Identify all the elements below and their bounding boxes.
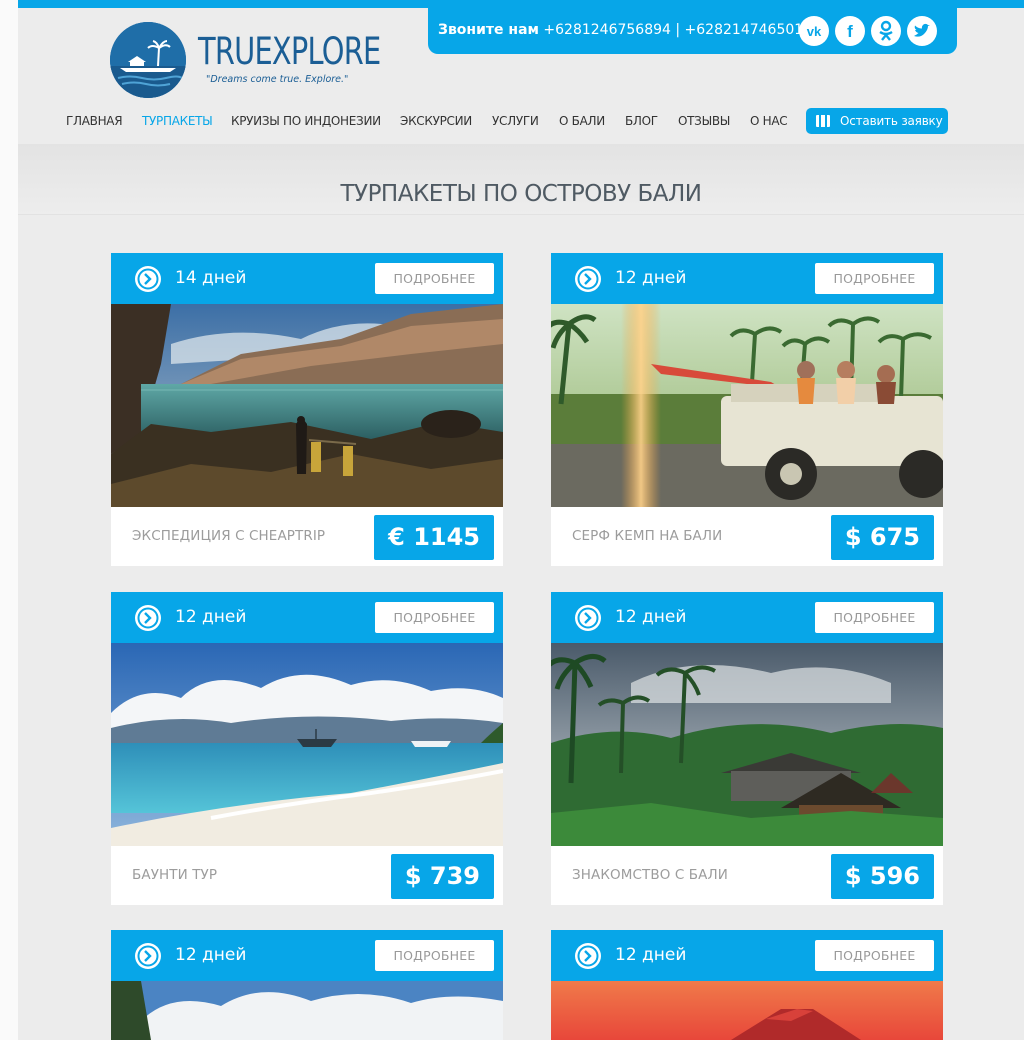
tour-name[interactable]: БАУНТИ ТУР (132, 867, 217, 883)
duration-icon (575, 266, 601, 292)
tour-card: 12 дней ПОДРОБНЕЕ (111, 930, 503, 1040)
nav-item-tours[interactable]: ТУРПАКЕТЫ (142, 114, 213, 128)
tour-image-jungle-village[interactable] (551, 643, 943, 846)
logo-wordmark: TRUEXPLORE (198, 30, 381, 73)
nav-item-about-us[interactable]: О НАС (750, 114, 788, 128)
nav-item-excursions[interactable]: ЭКСКУРСИИ (400, 114, 472, 128)
logo-emblem-icon (110, 22, 186, 98)
tour-price[interactable]: € 1145 (374, 515, 494, 560)
tour-card: 12 дней ПОДРОБНЕЕ (551, 592, 943, 905)
duration-icon (135, 605, 161, 631)
contact-bar: Звоните нам +6281246756894 | +6282147465… (428, 8, 957, 54)
duration-icon (135, 266, 161, 292)
vk-icon[interactable]: vk (799, 16, 829, 46)
tour-card-footer: ЭКСПЕДИЦИЯ С CHEAPTRIP € 1145 (111, 507, 503, 566)
tour-name[interactable]: ЗНАКОМСТВО С БАЛИ (572, 867, 728, 883)
tour-card-header: 12 дней ПОДРОБНЕЕ (551, 253, 943, 304)
duration-icon (135, 943, 161, 969)
duration-icon (575, 943, 601, 969)
nav-item-cruises[interactable]: КРУИЗЫ ПО ИНДОНЕЗИИ (231, 114, 381, 128)
contact-phones[interactable]: +6281246756894 | +6282147465018 (543, 22, 812, 38)
tour-price[interactable]: $ 739 (390, 854, 494, 899)
page-frame: TRUEXPLORE "Dreams come true. Explore." … (18, 0, 1024, 1040)
title-band: ТУРПАКЕТЫ ПО ОСТРОВУ БАЛИ (18, 144, 1024, 215)
suitcase-icon (816, 115, 830, 127)
nav-item-home[interactable]: ГЛАВНАЯ (66, 114, 123, 128)
details-button[interactable]: ПОДРОБНЕЕ (375, 263, 494, 294)
tour-card: 14 дней ПОДРОБНЕЕ ЭКСПЕДИЦИЯ С CHEAPTRIP… (111, 253, 503, 566)
tour-duration: 12 дней (175, 945, 247, 965)
details-button[interactable]: ПОДРОБНЕЕ (375, 602, 494, 633)
svg-text:vk: vk (807, 24, 822, 39)
tour-card-header: 12 дней ПОДРОБНЕЕ (111, 930, 503, 981)
page-title: ТУРПАКЕТЫ ПО ОСТРОВУ БАЛИ (340, 181, 703, 208)
nav-item-blog[interactable]: БЛОГ (625, 114, 658, 128)
details-button[interactable]: ПОДРОБНЕЕ (375, 940, 494, 971)
nav-item-services[interactable]: УСЛУГИ (492, 114, 539, 128)
tour-card: 12 дней ПОДРОБНЕЕ (551, 930, 943, 1040)
tour-card-header: 14 дней ПОДРОБНЕЕ (111, 253, 503, 304)
logo-slogan: "Dreams come true. Explore." (206, 74, 349, 85)
nav-item-about-bali[interactable]: О БАЛИ (559, 114, 605, 128)
tour-card-footer: СЕРФ КЕМП НА БАЛИ $ 675 (551, 507, 943, 566)
tour-name[interactable]: ЭКСПЕДИЦИЯ С CHEAPTRIP (132, 528, 325, 544)
tour-image-beach[interactable] (111, 643, 503, 846)
tour-duration: 14 дней (175, 268, 247, 288)
leave-request-label: Оставить заявку (840, 114, 943, 128)
tour-name[interactable]: СЕРФ КЕМП НА БАЛИ (572, 528, 722, 544)
details-button[interactable]: ПОДРОБНЕЕ (815, 263, 934, 294)
tour-price[interactable]: $ 596 (830, 854, 934, 899)
duration-icon (575, 605, 601, 631)
tour-card-header: 12 дней ПОДРОБНЕЕ (111, 592, 503, 643)
tour-card-footer: ЗНАКОМСТВО С БАЛИ $ 596 (551, 846, 943, 905)
tour-duration: 12 дней (615, 268, 687, 288)
nav-item-reviews[interactable]: ОТЗЫВЫ (678, 114, 730, 128)
tour-duration: 12 дней (615, 607, 687, 627)
tour-card-header: 12 дней ПОДРОБНЕЕ (551, 592, 943, 643)
site-logo[interactable]: TRUEXPLORE "Dreams come true. Explore." (110, 22, 430, 98)
details-button[interactable]: ПОДРОБНЕЕ (815, 602, 934, 633)
tour-card: 12 дней ПОДРОБНЕЕ (551, 253, 943, 566)
contact-info: Звоните нам +6281246756894 | +6282147465… (438, 21, 812, 39)
contact-label: Звоните нам (438, 22, 539, 38)
facebook-icon[interactable]: f (835, 16, 865, 46)
tour-image-sunset-volcano[interactable] (551, 981, 943, 1040)
tour-price[interactable]: $ 675 (830, 515, 934, 560)
tour-image-volcano-lake[interactable] (111, 304, 503, 507)
leave-request-button[interactable]: Оставить заявку (806, 108, 948, 134)
top-accent-strip (18, 0, 1024, 8)
tour-card-footer: БАУНТИ ТУР $ 739 (111, 846, 503, 905)
details-button[interactable]: ПОДРОБНЕЕ (815, 940, 934, 971)
odnoklassniki-icon[interactable] (871, 16, 901, 46)
tour-duration: 12 дней (175, 607, 247, 627)
tour-duration: 12 дней (615, 945, 687, 965)
tour-image-surf-jeep[interactable] (551, 304, 943, 507)
tour-card: 12 дней ПОДРОБНЕЕ (111, 592, 503, 905)
tour-card-header: 12 дней ПОДРОБНЕЕ (551, 930, 943, 981)
tour-image-clouds[interactable] (111, 981, 503, 1040)
svg-text:f: f (847, 22, 853, 41)
twitter-icon[interactable] (907, 16, 937, 46)
